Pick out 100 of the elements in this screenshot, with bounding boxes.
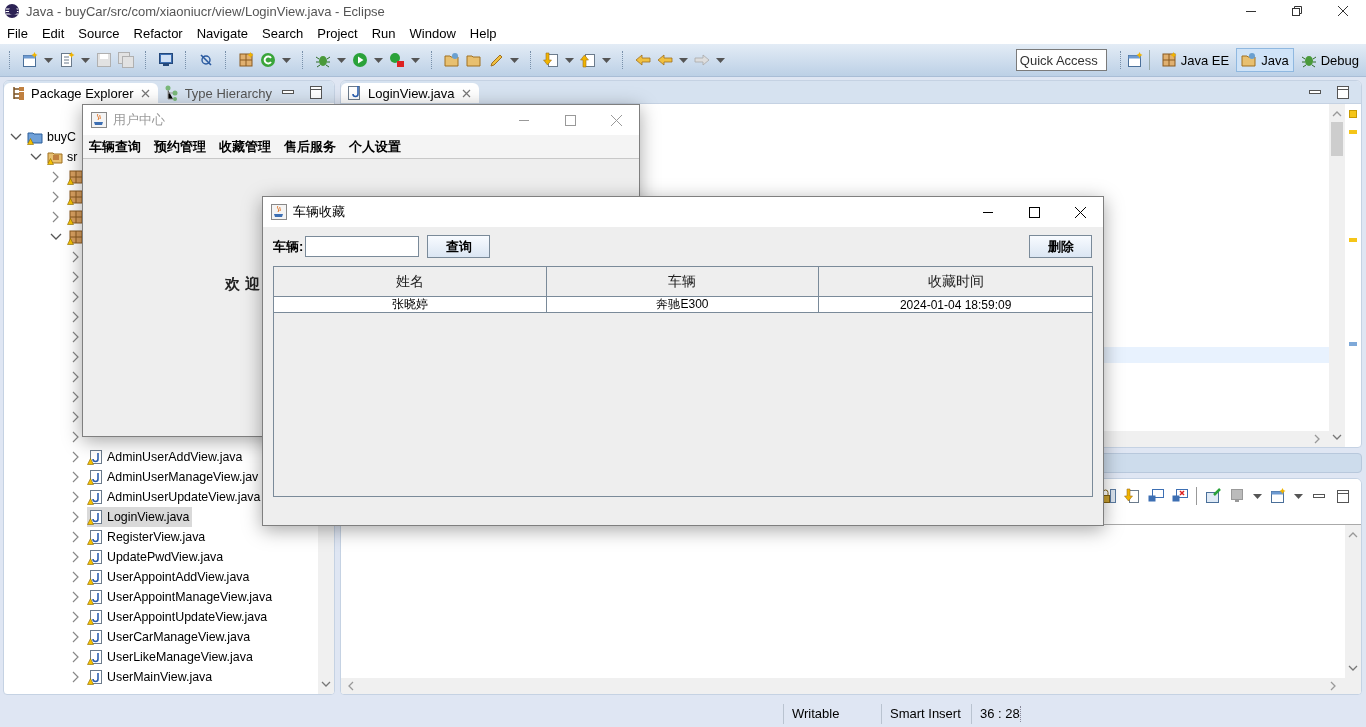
menu-item[interactable]: Refactor (126, 25, 190, 41)
perspective-button[interactable]: Debug (1295, 48, 1364, 72)
grid-icon[interactable] (238, 52, 254, 68)
maximize-icon[interactable] (308, 84, 324, 100)
console-icon[interactable] (1148, 488, 1164, 504)
tree-item[interactable]: AdminUserManageView.jav (87, 467, 262, 487)
search-button[interactable]: 查询 (427, 235, 491, 258)
arrow-left-icon[interactable] (635, 52, 651, 68)
eclipse-logo-icon (4, 3, 20, 19)
car-search-field[interactable] (305, 236, 420, 257)
menu-item[interactable]: Search (255, 25, 311, 41)
run-tool-icon[interactable] (389, 52, 405, 68)
scrollbar[interactable] (1345, 525, 1361, 678)
close-icon (1074, 206, 1086, 218)
dropdown-caret-icon[interactable] (81, 57, 90, 63)
menu-item[interactable]: File (0, 25, 35, 41)
menu-item[interactable]: Run (364, 25, 403, 41)
menu-item[interactable]: Project (310, 25, 365, 41)
tree-item[interactable]: UserAppointUpdateView.java (87, 607, 271, 627)
menu-item[interactable]: 售后服务 (284, 137, 336, 156)
dropdown-caret-icon[interactable] (44, 57, 53, 63)
menu-item[interactable]: Help (462, 25, 504, 41)
brush-icon[interactable] (488, 52, 504, 68)
package-icon (67, 229, 83, 245)
scrollbar[interactable] (1329, 104, 1345, 447)
console-remove-icon[interactable] (1172, 488, 1188, 504)
tree-item[interactable]: LoginView.java (87, 507, 193, 527)
dropdown-caret-icon[interactable] (1294, 493, 1303, 499)
run-icon[interactable] (352, 52, 368, 68)
tree-item[interactable]: UserMainView.java (87, 667, 216, 687)
arrow-up-icon[interactable] (580, 52, 596, 68)
warning-marker[interactable] (1349, 130, 1357, 134)
arrow-left-icon[interactable] (657, 52, 673, 68)
close-icon (610, 114, 622, 126)
field-label: 车辆: (273, 237, 304, 256)
tree-item[interactable]: UserCarManageView.java (87, 627, 254, 647)
panel-tab[interactable]: Package Explorer (4, 83, 158, 103)
dropdown-caret-icon[interactable] (374, 57, 383, 63)
window-icon[interactable] (1270, 488, 1286, 504)
tree-item[interactable]: sr (47, 147, 81, 167)
column-header[interactable]: 姓名 (274, 267, 547, 297)
package-tree-icon (10, 85, 26, 101)
perspective-button[interactable]: Java EE (1155, 48, 1235, 72)
java-file-icon (87, 629, 103, 645)
quick-access-field[interactable]: Quick Access (1015, 49, 1107, 71)
panel-tab[interactable]: Type Hierarchy (157, 83, 279, 103)
dropdown-caret-icon[interactable] (716, 57, 725, 63)
dropdown-caret-icon[interactable] (602, 57, 611, 63)
java-file-icon (87, 469, 103, 485)
close-icon (1338, 6, 1348, 16)
column-header[interactable]: 车辆 (546, 267, 820, 297)
menu-item[interactable]: Window (402, 25, 463, 41)
folder-icon[interactable] (444, 52, 460, 68)
perspective-button[interactable]: Java (1236, 48, 1294, 72)
save-icon[interactable] (96, 52, 112, 68)
dropdown-caret-icon[interactable] (282, 57, 291, 63)
menu-item[interactable]: 个人设置 (349, 137, 401, 156)
menu-item[interactable]: 收藏管理 (219, 137, 271, 156)
maximize-icon[interactable] (1335, 84, 1351, 100)
dropdown-caret-icon[interactable] (679, 57, 688, 63)
monitor-icon[interactable] (158, 52, 174, 68)
warning-marker[interactable] (1349, 238, 1357, 242)
tree-item[interactable]: UserAppointAddView.java (87, 567, 253, 587)
dropdown-caret-icon[interactable] (337, 57, 346, 63)
window-icon[interactable] (22, 52, 38, 68)
java-file-icon (347, 85, 363, 101)
arrow-down-icon[interactable] (543, 52, 559, 68)
tree-item[interactable]: UserLikeManageView.java (87, 647, 256, 667)
dropdown-caret-icon[interactable] (411, 57, 420, 63)
tree-item[interactable]: buyC (27, 127, 79, 147)
editor-tab[interactable]: LoginView.java (341, 83, 479, 103)
tree-item[interactable]: AdminUserAddView.java (87, 447, 246, 467)
hierarchy-icon (163, 85, 180, 101)
tree-item[interactable]: UpdatePwdView.java (87, 547, 227, 567)
menu-item[interactable]: Navigate (189, 25, 255, 41)
dropdown-caret-icon[interactable] (510, 57, 519, 63)
refresh-icon[interactable] (260, 52, 276, 68)
menu-item[interactable]: Source (71, 25, 127, 41)
dropdown-caret-icon[interactable] (565, 57, 574, 63)
occurrence-marker[interactable] (1349, 342, 1357, 346)
menu-item[interactable]: 车辆查询 (89, 137, 141, 156)
tree-item[interactable]: RegisterView.java (87, 527, 209, 547)
java-file-icon (87, 489, 103, 505)
menu-item[interactable]: Edit (34, 25, 72, 41)
folder-icon[interactable] (466, 52, 482, 68)
status-field: Writable (783, 703, 881, 724)
maximize-icon[interactable] (1335, 488, 1351, 504)
warning-marker[interactable] (1349, 110, 1357, 118)
dropdown-caret-icon[interactable] (1253, 493, 1262, 499)
tree-item[interactable]: AdminUserUpdateView.java (87, 487, 264, 507)
document-arrow-icon[interactable] (1124, 488, 1140, 504)
scrollbar[interactable] (318, 526, 334, 694)
delete-button[interactable]: 删除 (1029, 235, 1092, 258)
table-plus-icon[interactable] (1126, 52, 1143, 68)
document-icon[interactable] (59, 52, 75, 68)
scrollbar-thumb[interactable] (1331, 122, 1343, 156)
menu-item[interactable]: 预约管理 (154, 137, 206, 156)
horizontal-scrollbar[interactable] (341, 678, 1361, 694)
tree-item[interactable]: UserAppointManageView.java (87, 587, 276, 607)
pin-window-icon[interactable] (1205, 488, 1221, 504)
